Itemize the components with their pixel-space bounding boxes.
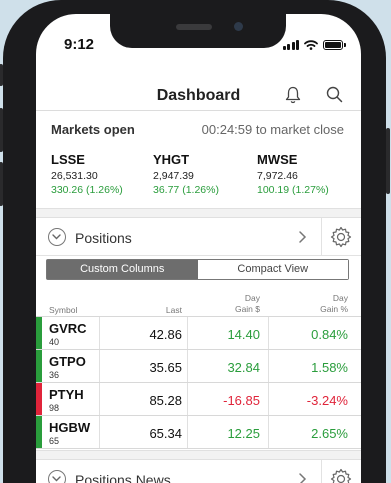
positions-header[interactable]: Positions — [36, 218, 361, 256]
table-row[interactable]: GVRC 40 42.86 14.40 0.84% — [36, 317, 361, 350]
row-day-gain-pct: 1.58% — [311, 360, 348, 375]
divider — [321, 218, 322, 256]
index-change: 36.77 (1.26%) — [153, 184, 219, 196]
cellular-signal-icon — [282, 40, 299, 50]
divider — [268, 383, 269, 415]
index-value: 2,947.39 — [153, 170, 194, 182]
table-row[interactable]: PTYH 98 85.28 -16.85 -3.24% — [36, 383, 361, 416]
volume-up-button — [0, 108, 3, 152]
section-gap — [36, 450, 361, 460]
index-yhgt[interactable]: YHGT 2,947.39 36.77 (1.26%) — [153, 152, 219, 196]
divider — [99, 383, 100, 415]
row-day-gain: 14.40 — [227, 327, 260, 342]
row-quantity: 98 — [49, 403, 60, 413]
divider — [99, 317, 100, 349]
page-title: Dashboard — [156, 87, 241, 104]
side-button — [386, 128, 390, 194]
divider — [268, 317, 269, 349]
divider — [187, 416, 188, 448]
bell-icon[interactable] — [285, 86, 301, 104]
search-icon[interactable] — [326, 86, 343, 103]
index-value: 7,972.46 — [257, 170, 298, 182]
volume-down-button — [0, 162, 3, 206]
row-last: 85.28 — [149, 393, 182, 408]
speaker — [176, 24, 212, 30]
row-quantity: 65 — [49, 436, 60, 446]
row-last: 65.34 — [149, 426, 182, 441]
col-last: Last — [165, 305, 182, 315]
col-day-gain-pct-line2: Gain % — [320, 304, 348, 314]
compact-view-tab[interactable]: Compact View — [197, 260, 348, 279]
app-header: Dashboard — [36, 64, 361, 112]
notch — [110, 14, 286, 48]
status-icons — [282, 40, 346, 50]
status-time: 9:12 — [64, 36, 95, 53]
collapse-chevron-icon[interactable] — [48, 228, 66, 246]
markets-summary: Markets open 00:24:59 to market close LS… — [36, 111, 361, 221]
trend-indicator — [36, 350, 42, 382]
trend-indicator — [36, 317, 42, 349]
divider — [187, 350, 188, 382]
index-name: LSSE — [51, 152, 85, 167]
chevron-right-icon[interactable] — [298, 472, 307, 483]
section-gap — [36, 208, 361, 218]
positions-title: Positions — [75, 230, 132, 246]
custom-columns-tab[interactable]: Custom Columns — [47, 260, 198, 279]
gear-icon[interactable] — [330, 226, 352, 248]
row-last: 35.65 — [149, 360, 182, 375]
divider — [268, 350, 269, 382]
divider — [321, 460, 322, 483]
divider — [187, 317, 188, 349]
row-day-gain: -16.85 — [223, 393, 260, 408]
col-day-gain-pct-line1: Day — [332, 293, 348, 303]
row-symbol: GVRC — [49, 321, 87, 336]
index-name: YHGT — [153, 152, 190, 167]
market-close-timer: 00:24:59 to market close — [201, 122, 344, 137]
trend-indicator — [36, 383, 42, 415]
index-change: 330.26 (1.26%) — [51, 184, 123, 196]
row-day-gain-pct: 2.65% — [311, 426, 348, 441]
table-row[interactable]: HGBW 65 65.34 12.25 2.65% — [36, 416, 361, 449]
battery-icon — [323, 40, 346, 50]
index-value: 26,531.30 — [51, 170, 98, 182]
table-row[interactable]: GTPO 36 35.65 32.84 1.58% — [36, 350, 361, 383]
trend-indicator — [36, 416, 42, 448]
front-camera — [234, 22, 243, 31]
row-symbol: HGBW — [49, 420, 91, 435]
col-day-gain-dollar-line1: Day — [244, 293, 260, 303]
wifi-icon — [304, 40, 318, 50]
row-quantity: 40 — [49, 337, 60, 347]
chevron-right-icon[interactable] — [298, 230, 307, 244]
positions-news-title: Positions News — [75, 472, 171, 483]
market-status: Markets open — [51, 122, 135, 137]
col-symbol: Symbol — [49, 305, 78, 315]
positions-table-header: Symbol Last Day Gain $ Day Gain % — [36, 288, 361, 318]
index-change: 100.19 (1.27%) — [257, 184, 329, 196]
divider — [187, 383, 188, 415]
view-toggle: Custom Columns Compact View — [46, 259, 349, 280]
index-mwse[interactable]: MWSE 7,972.46 100.19 (1.27%) — [257, 152, 329, 196]
app-screen: 9:12 Dashboard Markets open 00:24:59 to … — [36, 14, 361, 483]
row-symbol: PTYH — [49, 387, 84, 402]
divider — [99, 416, 100, 448]
collapse-chevron-icon[interactable] — [48, 470, 66, 483]
divider — [99, 350, 100, 382]
positions-news-header[interactable]: Positions News — [36, 460, 361, 483]
row-quantity: 36 — [49, 370, 60, 380]
row-day-gain: 32.84 — [227, 360, 260, 375]
col-day-gain-dollar-line2: Gain $ — [234, 304, 260, 314]
divider — [268, 416, 269, 448]
row-day-gain-pct: 0.84% — [311, 327, 348, 342]
row-day-gain: 12.25 — [227, 426, 260, 441]
index-lsse[interactable]: LSSE 26,531.30 330.26 (1.26%) — [51, 152, 123, 196]
index-name: MWSE — [257, 152, 298, 167]
row-last: 42.86 — [149, 327, 182, 342]
row-symbol: GTPO — [49, 354, 86, 369]
row-day-gain-pct: -3.24% — [306, 393, 348, 408]
mute-switch — [0, 64, 3, 86]
gear-icon[interactable] — [330, 468, 352, 483]
phone-frame: 9:12 Dashboard Markets open 00:24:59 to … — [0, 0, 390, 483]
